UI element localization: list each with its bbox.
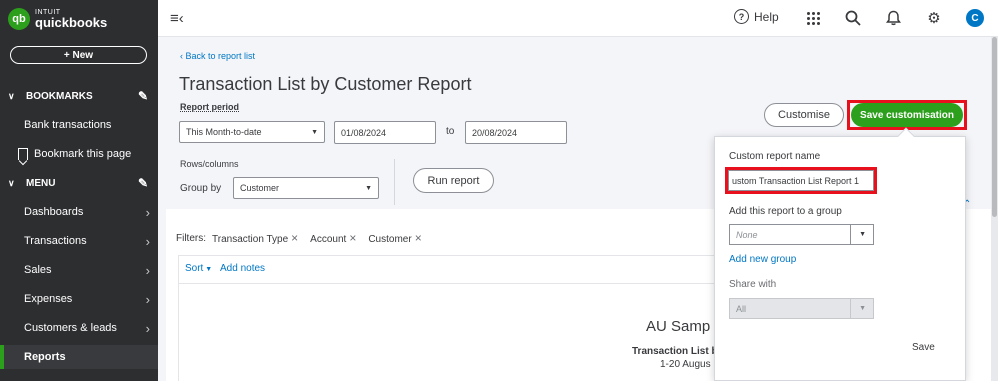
bookmark-icon xyxy=(18,148,28,160)
menu-label: MENU xyxy=(26,177,56,189)
from-date-input[interactable]: 01/08/2024 xyxy=(334,121,436,144)
add-notes-link[interactable]: Add notes xyxy=(220,263,265,274)
filter-chip[interactable]: Customer × xyxy=(368,231,427,245)
qb-logo-icon: qb xyxy=(8,8,30,30)
share-with-select[interactable]: All ▼ xyxy=(729,298,874,319)
sidebar-item-label: Bookmark this page xyxy=(34,148,132,160)
add-new-group-link[interactable]: Add new group xyxy=(729,254,796,265)
run-report-button[interactable]: Run report xyxy=(413,168,494,193)
filters-label: Filters: xyxy=(176,232,206,244)
chevron-right-icon: › xyxy=(145,291,150,307)
sidebar-item-dashboards[interactable]: Dashboards › xyxy=(0,200,158,224)
sidebar-item-label: Transactions xyxy=(24,235,87,247)
group-by-label: Group by xyxy=(180,183,222,194)
sidebar-item-reports[interactable]: Reports xyxy=(0,345,158,369)
sidebar-item-customers-leads[interactable]: Customers & leads › xyxy=(0,316,158,340)
bookmarks-section-header[interactable]: ∨ BOOKMARKS ✎ xyxy=(0,85,158,107)
add-to-group-label: Add this report to a group xyxy=(729,206,842,217)
help-icon: ? xyxy=(734,9,749,24)
customise-button[interactable]: Customise xyxy=(764,103,844,127)
divider xyxy=(394,159,395,205)
page-scrollbar[interactable] xyxy=(991,37,998,381)
highlight-box-save-customisation xyxy=(847,100,967,130)
company-name: AU Samp xyxy=(646,318,711,335)
sidebar-item-expenses[interactable]: Expenses › xyxy=(0,287,158,311)
settings-gear-icon[interactable]: ⚙ xyxy=(925,9,943,27)
top-bar: ≡‹ ? Help ⚙ C xyxy=(158,0,998,37)
sidebar-item-label: Sales xyxy=(24,264,52,276)
remove-filter-icon[interactable]: × xyxy=(291,231,298,245)
chevron-down-icon: ∨ xyxy=(8,90,15,101)
sidebar-item-bank-transactions[interactable]: Bank transactions xyxy=(0,113,158,137)
group-select[interactable]: None ▼ xyxy=(729,224,874,245)
sidebar-item-label: Reports xyxy=(24,351,66,363)
caret-down-icon: ▼ xyxy=(311,128,318,136)
search-icon[interactable] xyxy=(844,9,862,27)
collapse-menu-icon[interactable]: ≡‹ xyxy=(170,10,184,27)
sidebar-item-sales[interactable]: Sales › xyxy=(0,258,158,282)
chevron-down-icon: ∨ xyxy=(8,177,15,188)
help-label: Help xyxy=(754,9,779,24)
chevron-right-icon: › xyxy=(145,262,150,278)
group-by-select[interactable]: Customer ▼ xyxy=(233,177,379,199)
save-button[interactable]: Save xyxy=(912,342,935,353)
back-to-report-list-link[interactable]: ‹ Back to report list xyxy=(180,51,255,61)
remove-filter-icon[interactable]: × xyxy=(415,231,422,245)
apps-grid-icon[interactable] xyxy=(804,9,822,27)
to-date-input[interactable]: 20/08/2024 xyxy=(465,121,567,144)
chevron-right-icon: › xyxy=(145,320,150,336)
caret-down-icon: ▼ xyxy=(365,184,372,192)
share-with-label: Share with xyxy=(729,279,777,290)
caret-down-icon: ▼ xyxy=(859,231,866,238)
sidebar-item-label: Bank transactions xyxy=(24,119,112,131)
sort-dropdown[interactable]: Sort ▼ xyxy=(185,263,212,274)
menu-section-header[interactable]: ∨ MENU ✎ xyxy=(0,172,158,194)
help-button[interactable]: ? Help xyxy=(734,9,779,24)
filter-chip[interactable]: Account × xyxy=(310,231,362,245)
edit-menu-pencil-icon[interactable]: ✎ xyxy=(138,176,148,190)
rows-columns-label: Rows/columns xyxy=(180,159,239,169)
highlight-box-report-name xyxy=(725,167,877,194)
report-heading: Transaction List b xyxy=(632,346,718,357)
page-title: Transaction List by Customer Report xyxy=(179,74,472,94)
chevron-right-icon: › xyxy=(145,233,150,249)
caret-down-icon: ▼ xyxy=(859,305,866,312)
quickbooks-logo[interactable]: qb INTUIT quickbooks xyxy=(8,8,107,30)
chevron-right-icon: › xyxy=(145,204,150,220)
to-label: to xyxy=(446,126,455,137)
remove-filter-icon[interactable]: × xyxy=(349,231,356,245)
sidebar-item-bookmark-this-page[interactable]: Bookmark this page xyxy=(0,142,158,166)
edit-bookmarks-pencil-icon[interactable]: ✎ xyxy=(138,89,148,103)
caret-down-icon: ▼ xyxy=(203,266,213,273)
sidebar-item-transactions[interactable]: Transactions › xyxy=(0,229,158,253)
notifications-bell-icon[interactable] xyxy=(884,9,902,27)
sidebar-item-label: Dashboards xyxy=(24,206,84,218)
logo-quickbooks-text: quickbooks xyxy=(35,15,108,30)
report-period-select[interactable]: This Month-to-date ▼ xyxy=(179,121,325,143)
sidebar: qb INTUIT quickbooks + New ∨ BOOKMARKS ✎… xyxy=(0,0,158,381)
report-period-label: Report period xyxy=(180,102,240,112)
sidebar-item-label: Customers & leads xyxy=(24,322,117,334)
bookmarks-label: BOOKMARKS xyxy=(26,90,93,102)
report-date-range: 1-20 Augus xyxy=(660,359,711,370)
filters-bar: Filters: Transaction Type × Account × Cust… xyxy=(176,231,428,245)
sidebar-item-label: Expenses xyxy=(24,293,73,305)
filter-chip[interactable]: Transaction Type × xyxy=(212,231,304,245)
new-button[interactable]: + New xyxy=(10,46,147,64)
user-avatar[interactable]: C xyxy=(966,9,984,27)
custom-report-name-label: Custom report name xyxy=(729,151,821,162)
